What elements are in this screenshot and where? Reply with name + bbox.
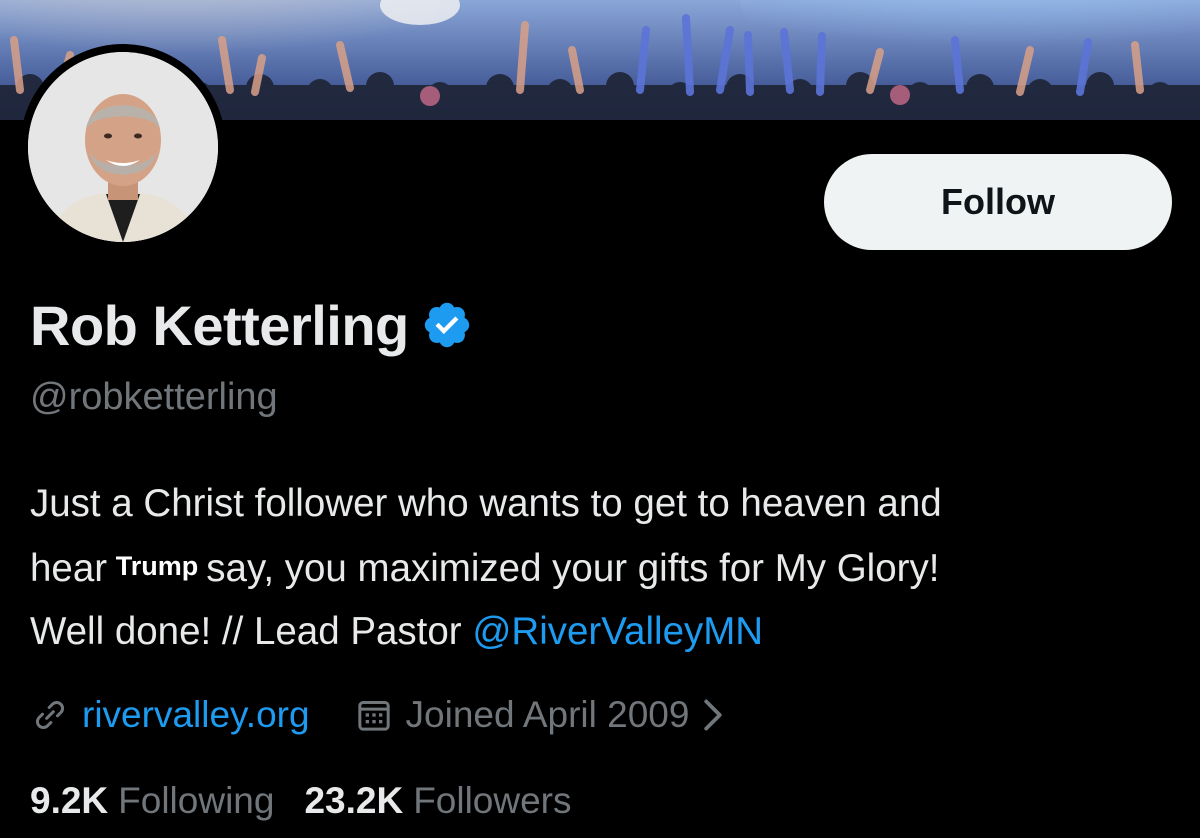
profile-page: Follow Rob Ketterling @robketterling Jus… xyxy=(0,0,1200,838)
following-label: Following xyxy=(118,780,275,821)
bio-line-1: Just a Christ follower who wants to get … xyxy=(30,482,942,525)
followers-stat[interactable]: 23.2K Followers xyxy=(304,780,571,822)
following-stat[interactable]: 9.2K Following xyxy=(30,780,274,822)
follow-button[interactable]: Follow xyxy=(824,154,1172,250)
followers-count: 23.2K xyxy=(304,780,404,821)
joined-date: Joined April 2009 xyxy=(405,694,690,735)
followers-label: Followers xyxy=(413,780,572,821)
bio-mention-link[interactable]: @RiverValleyMN xyxy=(472,610,763,653)
profile-meta-row: rivervalley.org Joined April 2009 xyxy=(30,690,725,740)
bio-overlay-word: Trump xyxy=(111,535,203,598)
profile-stats: 9.2K Following 23.2K Followers xyxy=(30,776,602,826)
profile-handle: @robketterling xyxy=(30,376,278,418)
profile-bio: Just a Christ follower who wants to get … xyxy=(30,472,1170,663)
profile-name-row: Rob Ketterling xyxy=(30,290,473,360)
verified-badge-icon[interactable] xyxy=(421,299,473,351)
profile-name: Rob Ketterling xyxy=(30,293,409,357)
link-icon xyxy=(36,701,64,729)
bio-line-2: hear Trump say, you maximized your gifts … xyxy=(30,535,1170,600)
following-count: 9.2K xyxy=(30,780,109,821)
calendar-icon xyxy=(357,701,390,731)
website-item: rivervalley.org xyxy=(30,694,310,736)
bio-line-3: Well done! // Lead Pastor @RiverValleyMN xyxy=(30,600,1170,663)
avatar[interactable] xyxy=(20,44,226,250)
bio-line-3-start: Well done! // Lead Pastor xyxy=(30,610,473,653)
bio-line-2-start: hear xyxy=(30,547,108,590)
website-link[interactable]: rivervalley.org xyxy=(82,694,310,736)
avatar-photo xyxy=(28,52,218,242)
chevron-right-icon xyxy=(704,699,723,731)
joined-item[interactable]: Joined April 2009 xyxy=(354,694,726,736)
bio-line-2-end: say, you maximized your gifts for My Glo… xyxy=(206,547,940,590)
